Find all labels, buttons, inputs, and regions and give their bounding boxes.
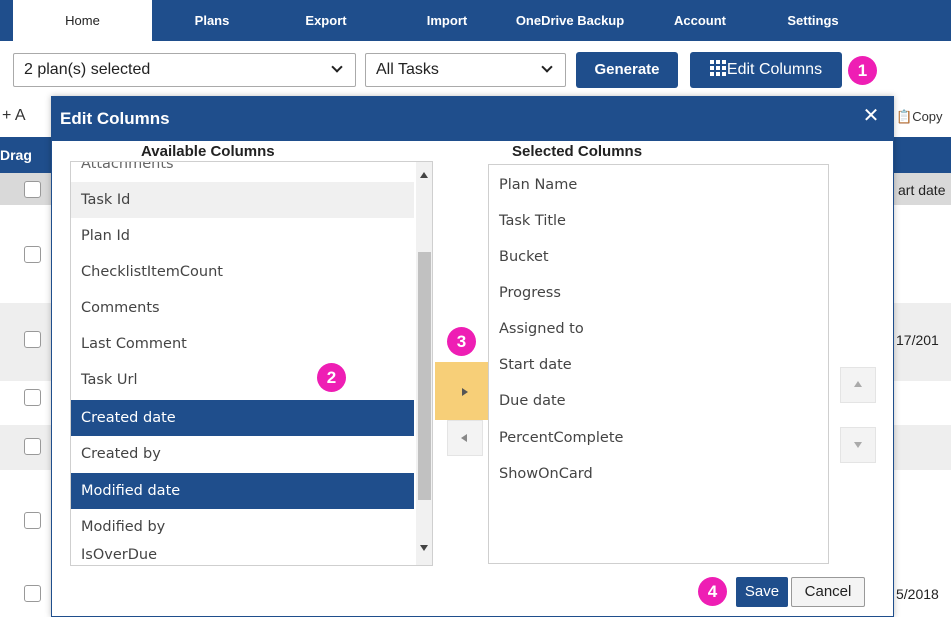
list-item[interactable]: Bucket	[489, 239, 828, 275]
drag-column-header: Drag	[0, 147, 32, 163]
grid-icon	[709, 60, 726, 76]
list-item[interactable]: Modified date	[71, 473, 414, 509]
row-date-cell: 5/2018	[896, 586, 939, 602]
step-badge-1: 1	[848, 56, 877, 85]
tab-home[interactable]: Home	[13, 0, 152, 41]
scrollbar-thumb[interactable]	[418, 252, 431, 500]
arrow-down-icon	[854, 442, 862, 448]
edit-columns-label: Edit Columns	[726, 61, 823, 78]
row-checkbox[interactable]	[24, 585, 41, 602]
arrow-left-icon	[461, 434, 467, 442]
selected-columns-list[interactable]: Plan Name Task Title Bucket Progress Ass…	[488, 164, 829, 564]
row-checkbox[interactable]	[24, 438, 41, 455]
row-checkbox[interactable]	[24, 512, 41, 529]
list-item[interactable]: Task Title	[489, 203, 828, 239]
available-columns-heading: Available Columns	[141, 143, 275, 160]
chevron-down-icon	[331, 61, 343, 73]
move-down-button[interactable]	[840, 427, 876, 463]
row-checkbox[interactable]	[24, 331, 41, 348]
list-item[interactable]: Created by	[71, 436, 414, 472]
dialog-title: Edit Columns	[60, 109, 170, 128]
list-item[interactable]: Comments	[71, 290, 414, 326]
row-checkbox[interactable]	[24, 246, 41, 263]
save-button[interactable]: Save	[736, 577, 788, 607]
list-item[interactable]: Attachments	[71, 162, 414, 182]
list-item[interactable]: Due date	[489, 383, 828, 419]
row-date-cell: 17/201	[896, 332, 939, 348]
step-badge-4: 4	[698, 577, 727, 606]
top-navigation: Home Plans Export Import OneDrive Backup…	[0, 0, 951, 41]
dialog-header: Edit Columns ✕	[52, 97, 893, 141]
list-item[interactable]: Assigned to	[489, 311, 828, 347]
arrow-right-icon	[462, 388, 468, 396]
list-item[interactable]: Start date	[489, 347, 828, 383]
select-all-checkbox[interactable]	[24, 181, 41, 198]
add-button[interactable]: + A	[2, 107, 26, 125]
copy-icon: 📋	[896, 109, 913, 124]
tab-export[interactable]: Export	[286, 0, 366, 41]
plan-select[interactable]: 2 plan(s) selected	[13, 53, 356, 87]
scroll-down-icon[interactable]	[420, 545, 428, 551]
edit-columns-dialog: Edit Columns ✕ Available Columns Selecte…	[51, 96, 894, 617]
tab-account[interactable]: Account	[660, 0, 740, 41]
plan-select-value: 2 plan(s) selected	[24, 61, 151, 78]
list-item[interactable]: Task Id	[71, 182, 414, 218]
tab-import[interactable]: Import	[407, 0, 487, 41]
copy-button[interactable]: 📋Copy	[896, 109, 943, 125]
cancel-button[interactable]: Cancel	[791, 577, 865, 607]
scroll-up-icon[interactable]	[420, 172, 428, 178]
arrow-up-icon	[854, 381, 862, 387]
tab-settings[interactable]: Settings	[773, 0, 853, 41]
list-item[interactable]: Created date	[71, 400, 414, 436]
tab-onedrive-backup[interactable]: OneDrive Backup	[500, 0, 640, 41]
list-item[interactable]: Progress	[489, 275, 828, 311]
step-badge-2: 2	[317, 363, 346, 392]
close-icon[interactable]: ✕	[861, 106, 881, 126]
list-item[interactable]: Plan Name	[489, 167, 828, 203]
available-columns-list[interactable]: Attachments Task Id Plan Id ChecklistIte…	[70, 161, 433, 566]
list-item[interactable]: PercentComplete	[489, 420, 828, 456]
list-item[interactable]: ShowOnCard	[489, 456, 828, 492]
tab-plans[interactable]: Plans	[172, 0, 252, 41]
row-checkbox[interactable]	[24, 389, 41, 406]
list-item[interactable]: Plan Id	[71, 218, 414, 254]
list-item[interactable]: Last Comment	[71, 326, 414, 362]
task-filter-select[interactable]: All Tasks	[365, 53, 566, 87]
generate-button[interactable]: Generate	[576, 52, 678, 88]
move-up-button[interactable]	[840, 367, 876, 403]
selected-columns-heading: Selected Columns	[512, 143, 643, 160]
list-item[interactable]: Task Url	[71, 362, 414, 398]
edit-columns-button[interactable]: Edit Columns	[690, 52, 842, 88]
task-filter-value: All Tasks	[376, 61, 439, 78]
list-item[interactable]: ChecklistItemCount	[71, 254, 414, 290]
start-date-column-header: art date	[898, 182, 946, 198]
step-badge-3: 3	[447, 327, 476, 356]
chevron-down-icon	[541, 61, 553, 73]
scrollbar[interactable]	[416, 162, 432, 565]
copy-label: Copy	[912, 109, 943, 124]
list-item[interactable]: IsOverDue	[71, 537, 414, 565]
move-left-button[interactable]	[447, 420, 483, 456]
